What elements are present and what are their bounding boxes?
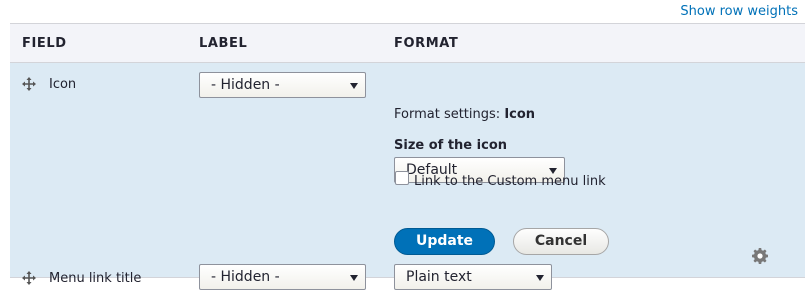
format-settings-name: Icon bbox=[504, 107, 536, 122]
table-header: FIELD LABEL FORMAT bbox=[10, 23, 805, 63]
label-select-value: - Hidden - bbox=[211, 269, 280, 285]
update-button[interactable]: Update bbox=[394, 228, 495, 255]
format-settings-prefix: Format settings: bbox=[394, 107, 501, 122]
label-select[interactable]: - Hidden - bbox=[199, 72, 366, 98]
show-row-weights-link[interactable]: Show row weights bbox=[680, 4, 798, 19]
field-name: Menu link title bbox=[49, 271, 142, 286]
size-of-icon-label: Size of the icon bbox=[394, 138, 508, 153]
format-select-value: Plain text bbox=[406, 269, 472, 285]
link-checkbox-label[interactable]: Link to the Custom menu link bbox=[414, 174, 606, 189]
label-select[interactable]: - Hidden - bbox=[199, 264, 366, 290]
field-name: Icon bbox=[49, 77, 77, 92]
drag-handle-icon[interactable] bbox=[22, 270, 36, 285]
header-label: LABEL bbox=[199, 36, 248, 51]
table-row-menu-link-title: Menu link title - Hidden - Plain text bbox=[10, 264, 805, 307]
cancel-button[interactable]: Cancel bbox=[513, 228, 609, 255]
chevron-down-icon bbox=[350, 275, 358, 281]
link-checkbox[interactable] bbox=[395, 171, 409, 185]
header-format: FORMAT bbox=[394, 36, 459, 51]
gear-icon[interactable] bbox=[752, 248, 768, 264]
chevron-down-icon bbox=[350, 83, 358, 89]
header-field: FIELD bbox=[22, 36, 67, 51]
label-select-value: - Hidden - bbox=[211, 77, 280, 93]
table-row-icon: Icon - Hidden - Format settings: Icon Si… bbox=[10, 63, 805, 278]
format-settings-title: Format settings: Icon bbox=[394, 107, 535, 122]
drag-handle-icon[interactable] bbox=[22, 76, 36, 91]
format-select[interactable]: Plain text bbox=[394, 264, 552, 290]
chevron-down-icon bbox=[536, 275, 544, 281]
fields-table: FIELD LABEL FORMAT Icon - Hidden - Forma… bbox=[10, 23, 805, 307]
